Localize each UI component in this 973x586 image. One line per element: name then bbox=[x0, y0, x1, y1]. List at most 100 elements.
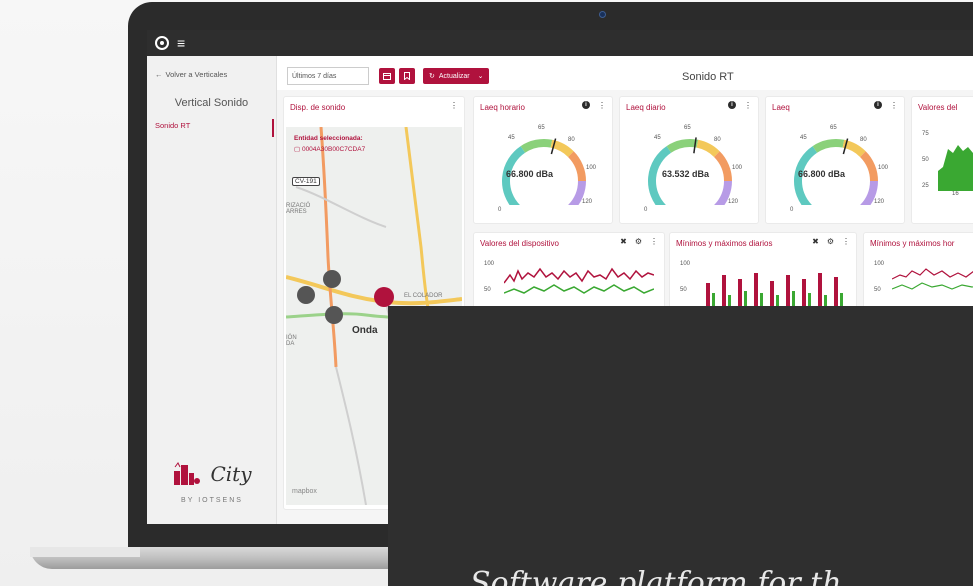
gauge-tick: 45 bbox=[800, 135, 807, 141]
gear-icon[interactable]: ⚙ bbox=[827, 237, 834, 246]
gauge-title: Laeq diario bbox=[626, 103, 666, 112]
city-buildings-icon bbox=[174, 462, 201, 485]
page-title: Sonido RT bbox=[682, 71, 734, 83]
active-indicator bbox=[272, 119, 274, 137]
gauge-card-laeq-horario: Laeq horario i ⋮ 66.800 dBa 45 65 80 100 … bbox=[473, 96, 613, 224]
sidebar-item-sonido-rt[interactable]: Sonido RT bbox=[147, 109, 276, 137]
chevron-down-icon: ⌄ bbox=[477, 73, 484, 80]
road-label: CV-191 bbox=[292, 177, 320, 186]
gauge-tick: 0 bbox=[790, 207, 794, 213]
brand-name: City bbox=[210, 462, 252, 486]
axis-tick: 50 bbox=[922, 157, 929, 163]
axis-tick: 50 bbox=[484, 287, 491, 293]
axis-tick: 100 bbox=[680, 261, 691, 267]
gauge-tick: 0 bbox=[644, 207, 648, 213]
more-options-icon[interactable]: ⋮ bbox=[842, 237, 850, 246]
line-chart bbox=[504, 267, 654, 294]
gauge-tick: 100 bbox=[732, 165, 743, 171]
app-topbar: ≡ bbox=[147, 30, 973, 56]
hamburger-icon[interactable]: ≡ bbox=[177, 36, 185, 50]
overlay-headline: Software platform for th bbox=[470, 566, 842, 586]
entity-id-text: 0004A30B00C7CDA7 bbox=[301, 146, 366, 153]
axis-tick: 50 bbox=[680, 287, 687, 293]
close-icon[interactable]: ✖ bbox=[620, 237, 627, 246]
gauge-tick: 0 bbox=[498, 207, 502, 213]
gauge-arc-segment bbox=[860, 180, 878, 205]
gauge-arc-segment bbox=[713, 151, 732, 182]
back-to-verticals-link[interactable]: ← Volver a Verticales bbox=[147, 56, 276, 79]
mapbox-attribution[interactable]: mapbox bbox=[292, 488, 317, 495]
gauge-tick: 100 bbox=[586, 165, 597, 171]
gauge-tick: 120 bbox=[582, 199, 593, 205]
place-label-arres: RIZACIÓ ARRES bbox=[286, 203, 311, 215]
info-icon[interactable]: i bbox=[728, 101, 736, 109]
update-button[interactable]: ↻ Actualizar ⌄ bbox=[423, 68, 490, 84]
gauge-arc-segment bbox=[714, 180, 732, 205]
place-label-ionda: IÓN DA bbox=[286, 335, 297, 347]
brand-logo: City BY IOTSENS bbox=[147, 461, 277, 504]
partial-values-card: Valores del 75 50 25 16 bbox=[911, 96, 973, 224]
gauge-tick: 120 bbox=[874, 199, 885, 205]
gauge-arc-segment bbox=[568, 180, 586, 205]
back-link-label: Volver a Verticales bbox=[165, 70, 228, 79]
sidebar: ← Volver a Verticales Vertical Sonido So… bbox=[147, 56, 277, 524]
calendar-icon bbox=[383, 73, 391, 80]
bar-chart bbox=[706, 273, 843, 307]
axis-tick: 100 bbox=[874, 261, 885, 267]
gauge-arc-segment bbox=[567, 151, 586, 182]
bookmark-button[interactable] bbox=[399, 68, 415, 84]
gear-icon[interactable]: ⚙ bbox=[635, 237, 642, 246]
gauge-value: 63.532 dBa bbox=[662, 169, 710, 179]
info-icon[interactable]: i bbox=[874, 101, 882, 109]
more-options-icon[interactable]: ⋮ bbox=[744, 101, 752, 110]
more-options-icon[interactable]: ⋮ bbox=[650, 237, 658, 246]
place-label-onda: Onda bbox=[352, 325, 378, 336]
gauge-tick: 80 bbox=[714, 137, 721, 143]
date-range-input[interactable]: Últimos 7 días bbox=[287, 67, 369, 85]
chart-title: Valores del dispositivo bbox=[480, 239, 560, 248]
update-button-label: Actualizar bbox=[438, 72, 470, 80]
gauge-arc-segment bbox=[859, 151, 878, 182]
calendar-button[interactable] bbox=[379, 68, 395, 84]
axis-tick: 25 bbox=[922, 183, 929, 189]
gauge-arc-segment bbox=[666, 139, 699, 153]
gauge-arc-segment bbox=[520, 139, 553, 153]
gauge-title: Laeq bbox=[772, 103, 790, 112]
close-icon[interactable]: ✖ bbox=[812, 237, 819, 246]
arrow-left-icon: ← bbox=[155, 70, 163, 79]
laptop-base-edge bbox=[30, 547, 140, 557]
gauge-tick: 65 bbox=[684, 125, 691, 131]
more-options-icon[interactable]: ⋮ bbox=[450, 101, 458, 110]
selected-entity-id: ▢ 0004A30B00C7CDA7 bbox=[294, 146, 366, 153]
area-chart bbox=[938, 145, 973, 191]
gauge-card-laeq: Laeq i ⋮ 66.800 dBa 45 65 80 100 120 0 bbox=[765, 96, 905, 224]
gauge-value: 66.800 dBa bbox=[506, 169, 554, 179]
info-icon[interactable]: i bbox=[582, 101, 590, 109]
gauge-card-laeq-diario: Laeq diario i ⋮ 63.532 dBa 45 65 80 100 1… bbox=[619, 96, 759, 224]
gauge-tick: 100 bbox=[878, 165, 889, 171]
logo-circle-icon[interactable] bbox=[155, 36, 169, 50]
gauge-title: Laeq horario bbox=[480, 103, 525, 112]
gauge-tick: 45 bbox=[654, 135, 661, 141]
laptop-mockup-scene: ≡ ← Volver a Verticales Vertical Sonido … bbox=[0, 0, 973, 586]
gauge-tick: 80 bbox=[568, 137, 575, 143]
sidebar-item-label: Sonido RT bbox=[155, 121, 191, 130]
selected-entity-label: Entidad seleccionada: bbox=[294, 135, 363, 142]
more-options-icon[interactable]: ⋮ bbox=[890, 101, 898, 110]
gauge-value: 66.800 dBa bbox=[798, 169, 846, 179]
axis-tick: 75 bbox=[922, 131, 929, 137]
gauge-tick: 120 bbox=[728, 199, 739, 205]
axis-tick: 50 bbox=[874, 287, 881, 293]
partial-card-title: Valores del bbox=[918, 103, 958, 112]
dark-overlay-panel bbox=[388, 306, 973, 586]
gauge-tick: 65 bbox=[830, 125, 837, 131]
gauge-arc-segment bbox=[812, 139, 845, 153]
axis-tick: 16 bbox=[952, 191, 959, 197]
brand-byline: BY IOTSENS bbox=[181, 497, 243, 504]
vertical-title: Vertical Sonido bbox=[174, 97, 249, 109]
more-options-icon[interactable]: ⋮ bbox=[598, 101, 606, 110]
line-chart bbox=[892, 268, 973, 290]
map-card-title: Disp. de sonido bbox=[290, 103, 346, 112]
gauge-tick: 80 bbox=[860, 137, 867, 143]
gauge-arc-segment bbox=[696, 139, 720, 158]
